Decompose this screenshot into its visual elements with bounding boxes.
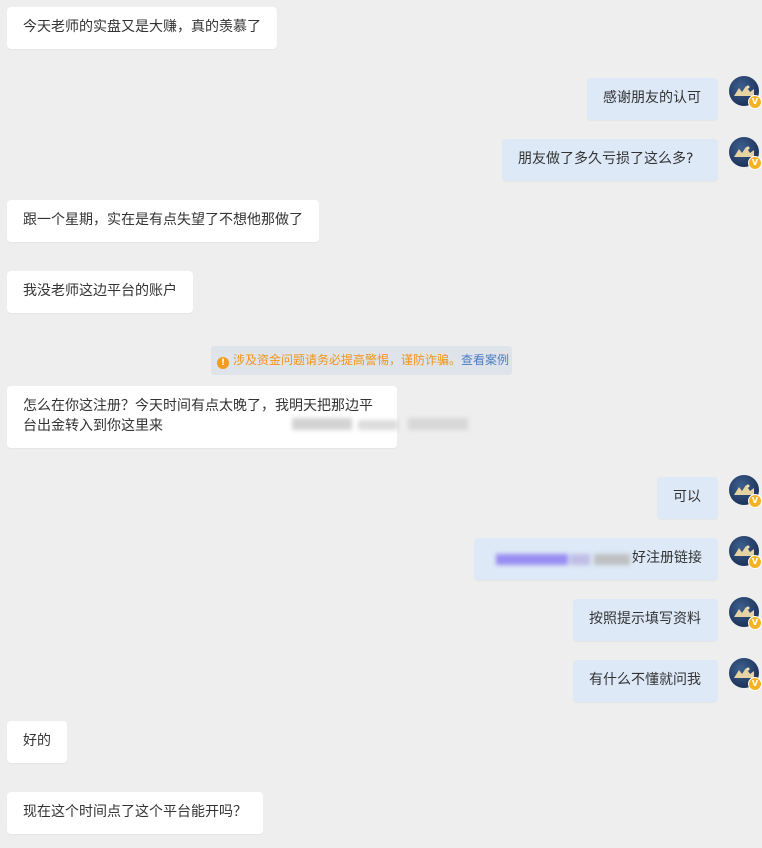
view-cases-link[interactable]: 查看案例 <box>461 353 509 367</box>
message-text: 跟一个星期，实在是有点失望了不想他那做了 <box>23 212 303 228</box>
avatar[interactable]: V <box>729 76 762 109</box>
message-text: 朋友做了多久亏损了这么多? <box>518 151 694 167</box>
vip-badge: V <box>748 555 762 569</box>
chat-message-incoming: 跟一个星期，实在是有点失望了不想他那做了 <box>7 200 319 242</box>
warning-text: 涉及资金问题请务必提高警惕，谨防诈骗。 <box>233 353 462 367</box>
message-text: 今天老师的实盘又是大赚，真的羡慕了 <box>23 19 261 35</box>
vip-badge: V <box>748 95 762 109</box>
warning-icon: ! <box>217 357 229 369</box>
avatar[interactable]: V <box>729 137 762 170</box>
chat-message-incoming: 今天老师的实盘又是大赚，真的羡慕了 <box>7 7 277 49</box>
chat-message-outgoing: 感谢朋友的认可 <box>587 78 718 120</box>
fraud-warning-notice: ! 涉及资金问题请务必提高警惕，谨防诈骗。查看案例 <box>211 346 512 375</box>
chat-message-outgoing: 可以 <box>657 477 718 519</box>
message-text: 好的 <box>23 733 51 749</box>
redacted-link <box>490 549 634 569</box>
message-text: 好注册链接 <box>632 550 702 566</box>
vip-badge: V <box>748 616 762 630</box>
vip-badge: V <box>748 494 762 508</box>
vip-badge: V <box>748 156 762 170</box>
message-text: 现在这个时间点了这个平台能开吗？ <box>23 804 247 820</box>
chat-message-incoming: 现在这个时间点了这个平台能开吗？ <box>7 792 263 834</box>
redacted-content <box>288 414 472 436</box>
avatar[interactable]: V <box>729 658 762 691</box>
chat-message-incoming: 好的 <box>7 721 67 763</box>
message-text: 我没老师这边平台的账户 <box>23 283 177 299</box>
avatar[interactable]: V <box>729 597 762 630</box>
message-text: 有什么不懂就问我 <box>589 672 701 688</box>
avatar[interactable]: V <box>729 475 762 508</box>
message-text: 可以 <box>673 489 701 505</box>
vip-badge: V <box>748 677 762 691</box>
chat-message-incoming: 我没老师这边平台的账户 <box>7 271 193 313</box>
avatar[interactable]: V <box>729 536 762 569</box>
chat-message-outgoing: 朋友做了多久亏损了这么多? <box>502 139 718 181</box>
message-text: 感谢朋友的认可 <box>603 90 701 106</box>
message-text: 按照提示填写资料 <box>589 611 701 627</box>
chat-message-outgoing: 按照提示填写资料 <box>573 599 718 641</box>
chat-message-outgoing: 有什么不懂就问我 <box>573 660 718 702</box>
